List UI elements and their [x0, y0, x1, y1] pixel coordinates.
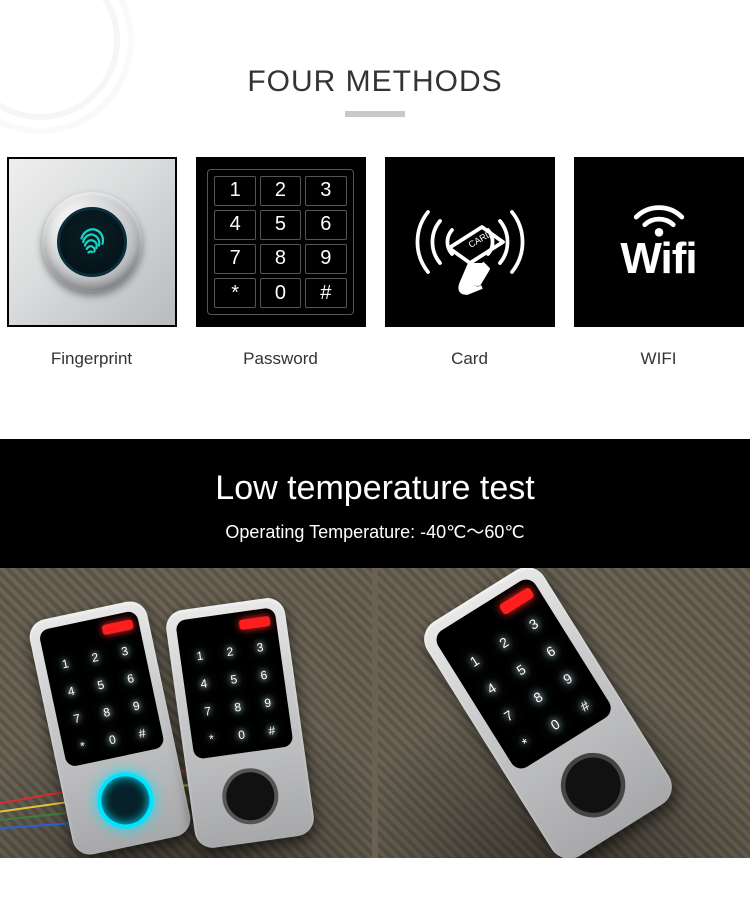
decorative-arc — [0, 0, 120, 120]
method-wifi: Wifi WIFI — [569, 157, 748, 369]
methods-row: Fingerprint 1 2 3 4 5 6 7 8 9 * 0 # Pass… — [0, 157, 750, 369]
device-key: 9 — [120, 690, 152, 720]
method-password: 1 2 3 4 5 6 7 8 9 * 0 # Password — [191, 157, 370, 369]
keypad-key: 9 — [305, 244, 346, 274]
wifi-icon — [629, 200, 689, 238]
device-key: 5 — [219, 665, 250, 694]
keypad-key: 7 — [214, 244, 255, 274]
device-key: # — [256, 716, 287, 745]
device-screen: 1 2 3 4 5 6 7 8 9 * 0 # — [175, 607, 294, 760]
method-label: WIFI — [641, 349, 677, 369]
device-key: 8 — [222, 692, 253, 721]
method-card: CARD Card — [380, 157, 559, 369]
keypad-key: 0 — [260, 278, 301, 308]
low-temp-title: Low temperature test — [0, 469, 750, 508]
device-key: 0 — [226, 720, 257, 749]
device-key: 7 — [192, 697, 223, 726]
device-status-led — [239, 616, 271, 630]
product-photo-left: 1 2 3 4 5 6 7 8 9 * 0 # 1 2 3 4 — [0, 568, 372, 858]
product-photo-right: 1 2 3 4 5 6 7 8 9 * 0 # — [378, 568, 750, 858]
device-key: 8 — [91, 697, 123, 727]
keypad-key: 6 — [305, 210, 346, 240]
device-key: * — [196, 724, 227, 753]
device-screen: 1 2 3 4 5 6 7 8 9 * 0 # — [38, 610, 165, 768]
fingerprint-icon — [71, 221, 113, 263]
device-fingerprint-ring — [92, 767, 158, 833]
device-key: # — [126, 718, 158, 748]
keypad-key: 1 — [214, 176, 255, 206]
fingerprint-tile — [7, 157, 177, 327]
device-key: 3 — [245, 633, 276, 662]
wifi-text: Wifi — [620, 234, 696, 284]
product-photo-row: 1 2 3 4 5 6 7 8 9 * 0 # 1 2 3 4 — [0, 568, 750, 858]
device-key: 9 — [252, 688, 283, 717]
device-key: 5 — [85, 669, 117, 699]
device-key: 2 — [215, 637, 246, 666]
device-fingerprint-ring — [549, 741, 638, 830]
keypad-key: 4 — [214, 210, 255, 240]
card-tile: CARD — [385, 157, 555, 327]
device-status-led — [102, 619, 134, 635]
keypad-key: 3 — [305, 176, 346, 206]
method-fingerprint: Fingerprint — [2, 157, 181, 369]
device-key: 6 — [114, 663, 146, 693]
keypad-icon: 1 2 3 4 5 6 7 8 9 * 0 # — [207, 169, 353, 315]
low-temp-subtitle: Operating Temperature: -40℃～60℃ — [0, 518, 750, 544]
device-key: 4 — [188, 669, 219, 698]
device-key: 0 — [96, 724, 128, 754]
device-key: 1 — [185, 641, 216, 670]
low-temp-header: Low temperature test Operating Temperatu… — [0, 439, 750, 568]
title-underline — [345, 111, 405, 117]
device-key: 4 — [55, 676, 87, 706]
keypad-key: 2 — [260, 176, 301, 206]
device-key: 7 — [61, 703, 93, 733]
keypad-key: 5 — [260, 210, 301, 240]
device-screen: 1 2 3 4 5 6 7 8 9 * 0 # — [432, 575, 615, 772]
method-label: Card — [451, 349, 488, 369]
device-key: 2 — [79, 642, 111, 672]
keypad-key: * — [214, 278, 255, 308]
device-key: 1 — [49, 648, 81, 678]
password-tile: 1 2 3 4 5 6 7 8 9 * 0 # — [196, 157, 366, 327]
device-key: 3 — [109, 636, 141, 666]
method-label: Password — [243, 349, 318, 369]
device-key: 6 — [249, 660, 280, 689]
device-fingerprint-ring — [219, 765, 282, 828]
method-label: Fingerprint — [51, 349, 132, 369]
device-key: * — [67, 730, 99, 760]
keypad-key: 8 — [260, 244, 301, 274]
wifi-tile: Wifi — [574, 157, 744, 327]
keypad-key: # — [305, 278, 346, 308]
card-swipe-icon: CARD — [395, 167, 545, 317]
device-unit: 1 2 3 4 5 6 7 8 9 * 0 # — [416, 568, 679, 858]
